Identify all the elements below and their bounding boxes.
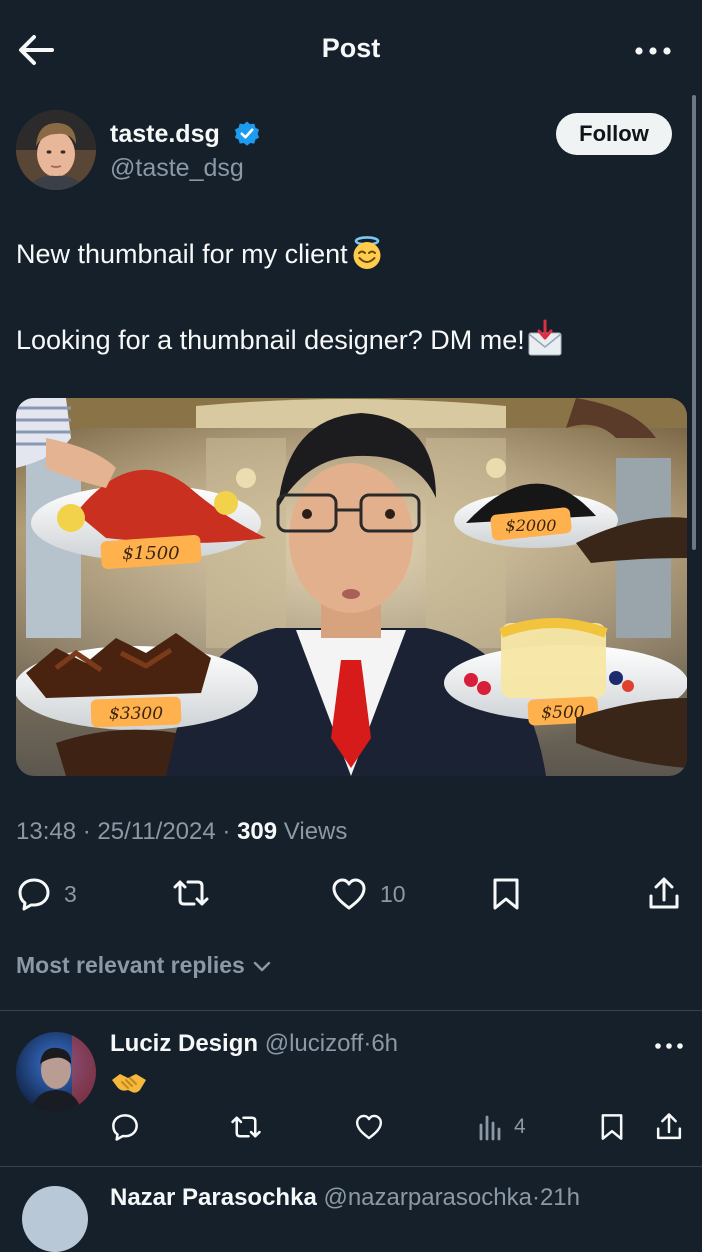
bookmark-icon — [493, 878, 519, 910]
divider — [0, 1010, 702, 1011]
bookmark-button[interactable] — [490, 876, 522, 912]
reply-avatar[interactable] — [16, 1032, 96, 1112]
next-reply-header: Nazar Parasochka @nazarparasochka·21h — [110, 1184, 580, 1212]
scrollbar[interactable] — [692, 95, 696, 550]
next-reply-author-name[interactable]: Nazar Parasochka — [110, 1184, 317, 1211]
post-image[interactable]: $1500 $2000 $3300 $500 — [16, 398, 687, 776]
post-time[interactable]: 13:48 — [16, 818, 76, 845]
reply-like-button[interactable] — [354, 1112, 384, 1142]
more-dots-icon — [635, 47, 671, 55]
share-icon — [656, 1113, 682, 1140]
top-bar: Post — [0, 0, 702, 100]
post-meta: 13:48 · 25/11/2024 · 309 Views — [16, 818, 348, 845]
views-count: 309 — [237, 818, 278, 845]
reply-share-button[interactable] — [654, 1112, 684, 1142]
next-reply-avatar[interactable] — [22, 1186, 88, 1252]
divider — [0, 1166, 702, 1167]
replies-sort-dropdown[interactable]: Most relevant replies — [16, 952, 273, 979]
repost-icon — [231, 1116, 261, 1138]
bookmark-icon — [601, 1114, 623, 1140]
reply-repost-button[interactable] — [230, 1112, 262, 1142]
author-name[interactable]: taste.dsg — [110, 120, 220, 149]
reply-header: Luciz Design @lucizoff·6h — [110, 1030, 398, 1058]
reply-icon — [18, 878, 50, 911]
like-count: 10 — [380, 880, 406, 907]
reply-button[interactable]: 3 — [16, 876, 77, 912]
post-text: New thumbnail for my client — [16, 239, 348, 269]
price-tag: $2000 — [506, 516, 557, 535]
next-reply-handle[interactable]: @nazarparasochka — [323, 1184, 531, 1211]
reply-bookmark-button[interactable] — [598, 1112, 626, 1142]
views-chart-icon — [479, 1115, 501, 1141]
like-button[interactable]: 10 — [330, 876, 406, 912]
repost-icon — [173, 880, 209, 906]
reply-reply-button[interactable] — [110, 1112, 140, 1142]
reply-views-button[interactable]: 4 — [476, 1112, 526, 1142]
reply-more-options-button[interactable] — [652, 1036, 686, 1056]
post-text-2: Looking for a thumbnail designer? DM me! — [16, 325, 525, 355]
chevron-down-icon — [253, 961, 271, 971]
replies-sort-label: Most relevant replies — [16, 952, 245, 978]
reply-time[interactable]: 6h — [371, 1030, 398, 1057]
price-tag: $3300 — [109, 704, 163, 724]
separator-dot: · — [531, 1184, 540, 1211]
price-tag: $1500 — [122, 543, 179, 564]
post-text-line-2: Looking for a thumbnail designer? DM me! — [16, 319, 563, 357]
heart-icon — [355, 1114, 383, 1140]
next-reply-time[interactable]: 21h — [540, 1184, 580, 1211]
reply-views-count: 4 — [514, 1115, 526, 1138]
heart-icon — [332, 878, 366, 910]
more-options-button[interactable] — [630, 34, 676, 68]
more-dots-icon — [655, 1043, 683, 1049]
share-icon — [649, 877, 679, 909]
reply-count: 3 — [64, 880, 77, 907]
page-title: Post — [321, 33, 381, 63]
verified-badge-icon — [233, 120, 261, 148]
author-avatar[interactable] — [16, 110, 96, 190]
reply-author-handle[interactable]: @lucizoff — [265, 1030, 364, 1057]
envelope-with-arrow-icon — [528, 319, 562, 356]
post-date[interactable]: 25/11/2024 — [97, 818, 215, 845]
post-text-line-1: New thumbnail for my client — [16, 236, 385, 270]
reply-author-name[interactable]: Luciz Design — [110, 1030, 258, 1057]
author-handle[interactable]: @taste_dsg — [110, 154, 244, 183]
share-button[interactable] — [646, 876, 682, 912]
repost-button[interactable] — [172, 876, 210, 910]
views-label: Views — [283, 818, 348, 845]
reply-icon — [112, 1114, 138, 1141]
smiling-face-with-halo-icon — [353, 236, 381, 269]
handshake-icon — [110, 1066, 148, 1100]
follow-button[interactable]: Follow — [556, 113, 672, 155]
